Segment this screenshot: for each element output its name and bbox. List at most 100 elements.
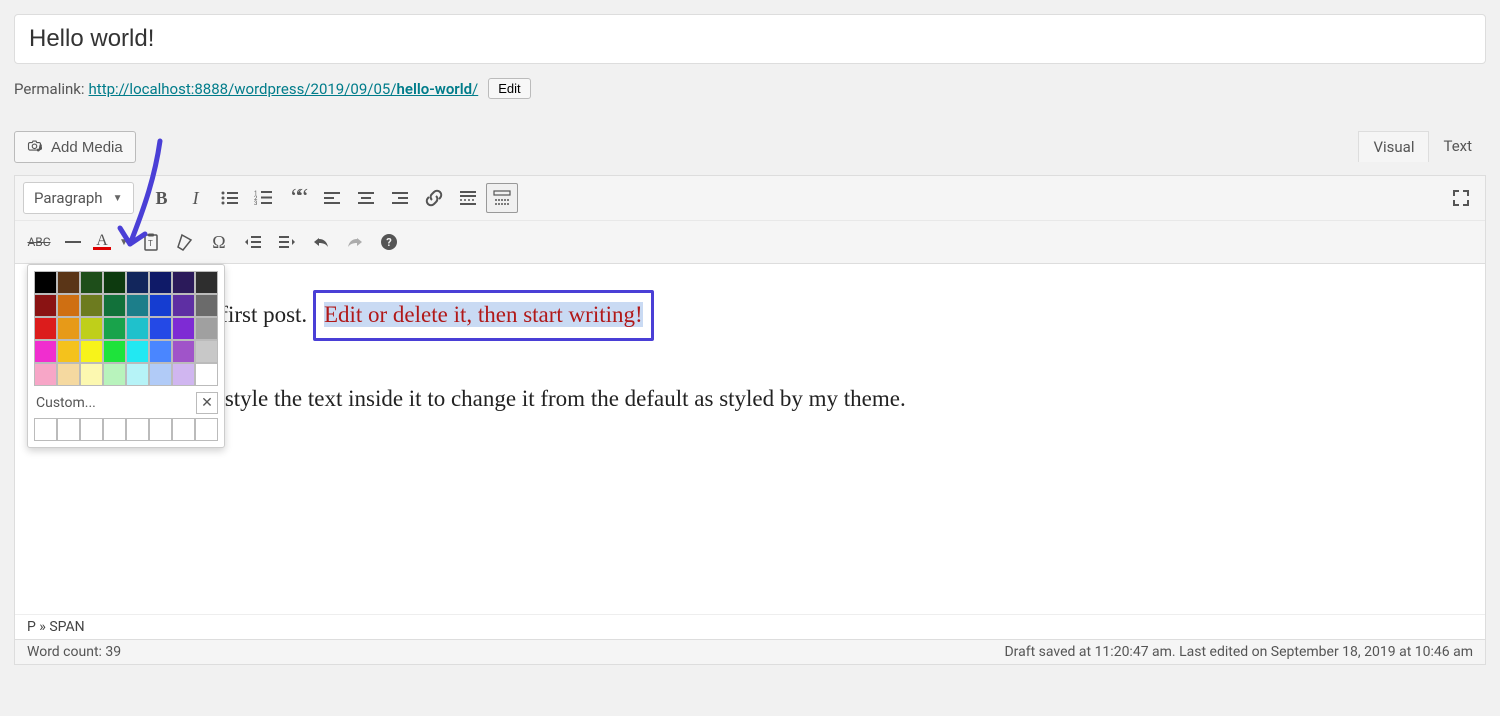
color-swatch[interactable] — [172, 340, 195, 363]
custom-color-slot[interactable] — [103, 418, 126, 441]
custom-color-slot[interactable] — [195, 418, 218, 441]
text-color-dropdown-caret[interactable]: ▼ — [115, 237, 133, 248]
custom-color-slot[interactable] — [126, 418, 149, 441]
svg-text:T: T — [148, 239, 153, 248]
custom-color-slot[interactable] — [172, 418, 195, 441]
color-swatch[interactable] — [34, 340, 57, 363]
tab-text[interactable]: Text — [1429, 131, 1486, 162]
toolbar-toggle-button[interactable] — [486, 183, 518, 213]
color-swatch[interactable] — [34, 363, 57, 386]
toolbar-row-2: ABC A ▼ T Ω ? — [15, 221, 1485, 264]
editor-content[interactable]: Press. This is your first post. Edit or … — [15, 264, 1485, 614]
custom-color-slot[interactable] — [34, 418, 57, 441]
color-swatch[interactable] — [103, 363, 126, 386]
custom-color-slot[interactable] — [149, 418, 172, 441]
color-clear-button[interactable]: ✕ — [196, 392, 218, 414]
horizontal-line-button[interactable] — [57, 227, 89, 257]
clear-format-button[interactable] — [169, 227, 201, 257]
color-swatch[interactable] — [149, 340, 172, 363]
color-swatch[interactable] — [126, 271, 149, 294]
toolbar-row-1: Paragraph ▼ B I 123 ““ — [15, 176, 1485, 221]
color-swatch[interactable] — [172, 271, 195, 294]
color-picker-custom-label[interactable]: Custom... — [34, 395, 96, 411]
color-swatch[interactable] — [103, 294, 126, 317]
color-swatch[interactable] — [195, 317, 218, 340]
color-swatch[interactable] — [57, 271, 80, 294]
color-swatch[interactable] — [34, 271, 57, 294]
color-swatch[interactable] — [172, 363, 195, 386]
paste-text-button[interactable]: T — [135, 227, 167, 257]
color-swatch[interactable] — [80, 294, 103, 317]
color-swatch[interactable] — [34, 294, 57, 317]
color-swatch[interactable] — [195, 340, 218, 363]
link-button[interactable] — [418, 183, 450, 213]
color-swatch[interactable] — [80, 271, 103, 294]
editor-mode-tabs: Visual Text — [1358, 131, 1486, 162]
help-button[interactable]: ? — [373, 227, 405, 257]
tab-visual[interactable]: Visual — [1358, 131, 1429, 162]
align-right-button[interactable] — [384, 183, 416, 213]
align-left-button[interactable] — [316, 183, 348, 213]
permalink-row: Permalink: http://localhost:8888/wordpre… — [14, 78, 1486, 99]
post-title-input[interactable] — [14, 14, 1486, 64]
custom-color-slot[interactable] — [57, 418, 80, 441]
chevron-down-icon: ▼ — [113, 193, 123, 204]
numbered-list-button[interactable]: 123 — [248, 183, 280, 213]
color-swatch[interactable] — [103, 271, 126, 294]
camera-music-icon — [27, 138, 45, 156]
color-swatch[interactable] — [57, 363, 80, 386]
annotation-highlight-box: Edit or delete it, then start writing! — [313, 290, 654, 341]
element-path[interactable]: P » SPAN — [15, 614, 1485, 639]
fullscreen-button[interactable] — [1445, 183, 1477, 213]
color-swatch[interactable] — [34, 317, 57, 340]
word-count: Word count: 39 — [27, 644, 121, 660]
special-char-button[interactable]: Ω — [203, 227, 235, 257]
color-swatch[interactable] — [172, 294, 195, 317]
svg-text:?: ? — [386, 236, 392, 249]
editor-status-bar: Word count: 39 Draft saved at 11:20:47 a… — [15, 639, 1485, 664]
color-swatch[interactable] — [195, 294, 218, 317]
color-swatch[interactable] — [172, 317, 195, 340]
color-swatch[interactable] — [80, 317, 103, 340]
color-swatch[interactable] — [57, 317, 80, 340]
permalink-link[interactable]: http://localhost:8888/wordpress/2019/09/… — [89, 80, 479, 98]
italic-button[interactable]: I — [180, 183, 212, 213]
color-swatch[interactable] — [57, 340, 80, 363]
color-swatch[interactable] — [126, 317, 149, 340]
color-swatch[interactable] — [149, 271, 172, 294]
color-swatch[interactable] — [149, 317, 172, 340]
color-swatch[interactable] — [195, 271, 218, 294]
redo-button[interactable] — [339, 227, 371, 257]
indent-button[interactable] — [271, 227, 303, 257]
selected-text: Edit or delete it, then start writing! — [324, 302, 643, 327]
format-select[interactable]: Paragraph ▼ — [23, 182, 134, 214]
color-swatch[interactable] — [80, 340, 103, 363]
color-swatch[interactable] — [126, 340, 149, 363]
bold-button[interactable]: B — [146, 183, 178, 213]
outdent-button[interactable] — [237, 227, 269, 257]
add-media-button[interactable]: Add Media — [14, 131, 136, 163]
color-swatch[interactable] — [195, 363, 218, 386]
color-swatch[interactable] — [57, 294, 80, 317]
text-color-button[interactable]: A — [91, 227, 113, 257]
blockquote-button[interactable]: ““ — [282, 183, 314, 213]
color-swatch[interactable] — [126, 363, 149, 386]
color-swatch[interactable] — [103, 317, 126, 340]
color-swatch[interactable] — [149, 363, 172, 386]
permalink-label: Permalink: — [14, 80, 85, 98]
color-swatch[interactable] — [149, 294, 172, 317]
custom-color-slot[interactable] — [80, 418, 103, 441]
bullet-list-button[interactable] — [214, 183, 246, 213]
add-media-label: Add Media — [51, 139, 123, 156]
undo-button[interactable] — [305, 227, 337, 257]
align-center-button[interactable] — [350, 183, 382, 213]
read-more-button[interactable] — [452, 183, 484, 213]
permalink-edit-button[interactable]: Edit — [488, 78, 530, 99]
color-swatch[interactable] — [103, 340, 126, 363]
strikethrough-button[interactable]: ABC — [23, 227, 55, 257]
color-swatch[interactable] — [80, 363, 103, 386]
color-swatch[interactable] — [126, 294, 149, 317]
last-saved-status: Draft saved at 11:20:47 am. Last edited … — [1004, 644, 1473, 660]
color-picker-popup: Custom... ✕ — [27, 264, 225, 448]
svg-text:3: 3 — [254, 200, 257, 207]
